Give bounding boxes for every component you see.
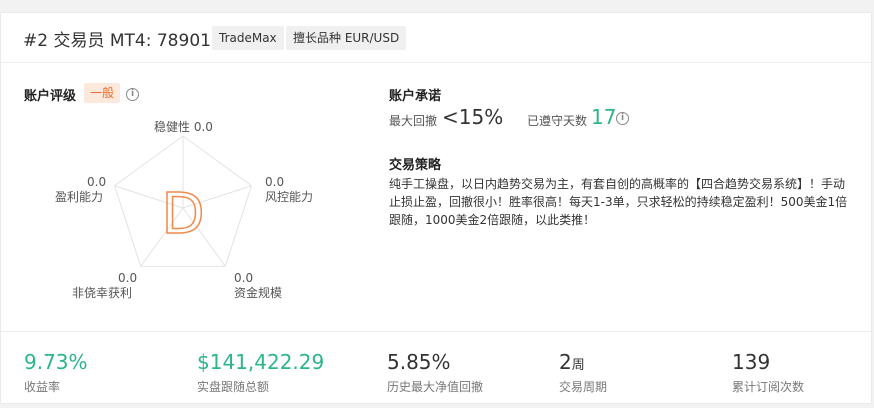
stat-label-subscriptions: 累计订阅次数 (732, 380, 805, 394)
axis-label-fund-size: 资金规模 (234, 286, 283, 300)
stat-label-follow-total: 实盘跟随总额 (197, 380, 270, 394)
max-drawdown-label: 最大回撤 (389, 114, 438, 128)
axis-label-stability: 稳健性 0.0 (154, 120, 213, 134)
stats-bar: 9.73% 收益率 $141,422.29 实盘跟随总额 5.85% 历史最大净… (1, 331, 871, 405)
axis-value-fund-size: 0.0 (234, 271, 254, 285)
stat-value-max-drawdown: 5.85% (387, 350, 451, 374)
stat-label-trading-period: 交易周期 (559, 380, 608, 394)
stat-label-max-drawdown: 历史最大净值回撤 (387, 380, 484, 394)
stat-label-return: 收益率 (24, 380, 61, 394)
strategy-text: 纯手工操盘，以日内趋势交易为主，有套自创的高概率的【四合趋势交易系统】！手动止损… (389, 177, 848, 227)
stat-value-trading-period: 2周 (559, 350, 585, 374)
axis-value-risk-control: 0.0 (265, 175, 285, 189)
axis-label-risk-control: 风控能力 (265, 190, 314, 204)
days-label: 已遵守天数 (527, 114, 588, 128)
strategy-title: 交易策略 (389, 158, 442, 173)
axis-value-profitability: 0.0 (87, 175, 107, 189)
stat-value-subscriptions: 139 (732, 350, 771, 374)
axis-label-profitability: 盈利能力 (55, 190, 104, 204)
grade-letter: D (161, 182, 204, 247)
days-value: 17 (591, 105, 617, 129)
axis-value-non-luck-profit: 0.0 (118, 271, 138, 285)
stat-value-follow-total: $141,422.29 (197, 350, 325, 374)
axis-label-non-luck-profit: 非侥幸获利 (72, 286, 133, 300)
commitment-title: 账户承诺 (389, 89, 442, 104)
days-info-icon[interactable]: i (616, 112, 629, 125)
trader-card: #2 交易员 MT4: 789012 TradeMax 擅长品种 EUR/USD… (0, 12, 872, 404)
stat-value-return: 9.73% (24, 350, 88, 374)
max-drawdown-value: <15% (442, 105, 504, 129)
